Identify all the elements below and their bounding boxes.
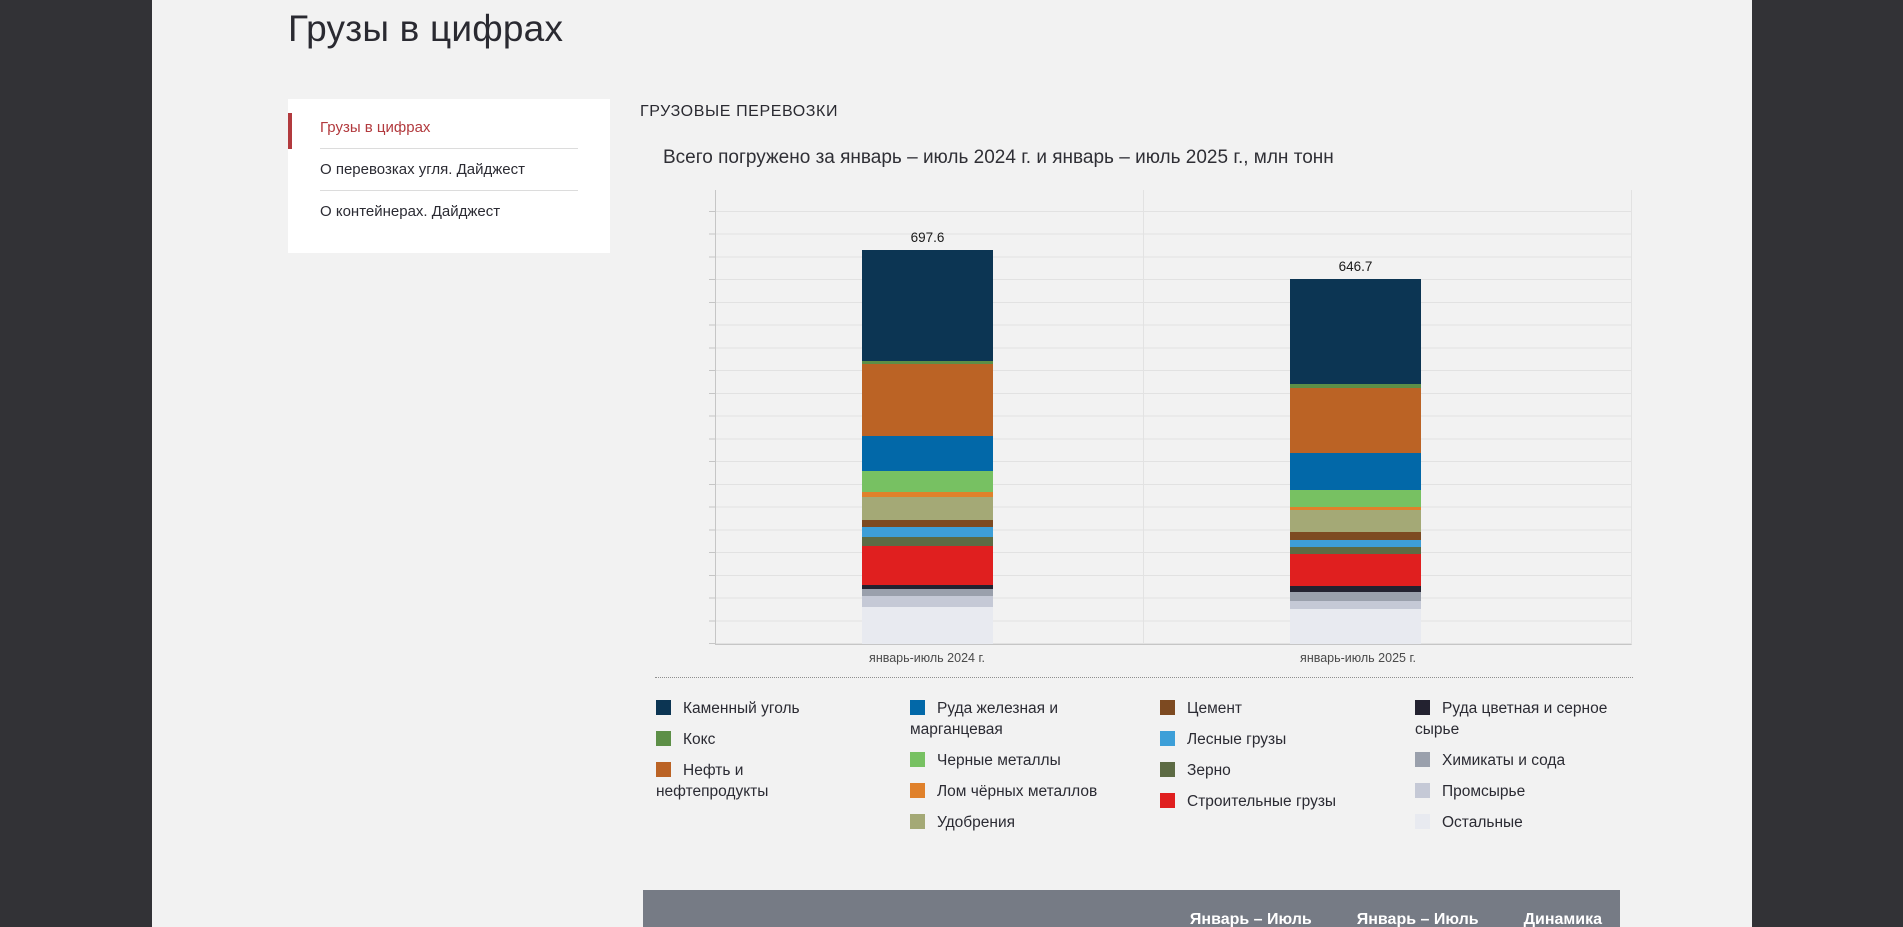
legend-swatch	[1160, 700, 1175, 715]
sidebar-item-coal-digest[interactable]: О перевозках угля. Дайджест	[320, 149, 578, 191]
table-col-dynamics: Динамика	[1524, 911, 1602, 927]
legend-column: Каменный уголь Кокс Нефть и нефтепродукты	[656, 698, 836, 812]
legend-label: Лесные грузы	[1187, 731, 1286, 748]
bar-segment[interactable]	[862, 471, 993, 493]
legend-item[interactable]: Черные металлы	[910, 750, 1125, 771]
legend-label: Руда железная и марганцевая	[910, 700, 1058, 738]
chart-plot: 697.6 646.7	[715, 190, 1632, 645]
legend-item[interactable]: Остальные	[1415, 812, 1633, 833]
legend-item[interactable]: Каменный уголь	[656, 698, 836, 719]
legend-swatch	[656, 762, 671, 777]
legend-swatch	[910, 814, 925, 829]
legend-item[interactable]: Цемент	[1160, 698, 1360, 719]
category-divider-line	[1143, 190, 1144, 644]
legend-column: Цемент Лесные грузы Зерно Строительные груз…	[1160, 698, 1360, 822]
legend-item[interactable]: Зерно	[1160, 760, 1360, 781]
bar-segment[interactable]	[1290, 609, 1421, 644]
bar-total-label: 646.7	[1250, 259, 1461, 274]
legend-label: Строительные грузы	[1187, 793, 1336, 810]
legend-swatch	[1415, 700, 1430, 715]
legend-column: Руда железная и марганцевая Черные металл…	[910, 698, 1125, 843]
legend-item[interactable]: Нефть и нефтепродукты	[656, 760, 836, 802]
legend-item[interactable]: Удобрения	[910, 812, 1125, 833]
legend-swatch	[1415, 783, 1430, 798]
bar-segment[interactable]	[1290, 388, 1421, 453]
separator-line	[655, 677, 1633, 678]
bar-segment[interactable]	[862, 596, 993, 608]
sidebar-item-cargo-in-figures[interactable]: Грузы в цифрах	[320, 107, 578, 149]
x-axis-label: январь-июль 2024 г.	[797, 651, 1057, 665]
legend-label: Цемент	[1187, 700, 1242, 717]
legend-label: Руда цветная и серное сырье	[1415, 700, 1607, 738]
bar-segment[interactable]	[862, 497, 993, 520]
legend-swatch	[910, 700, 925, 715]
bar-segment[interactable]	[862, 537, 993, 546]
legend-swatch	[1415, 752, 1430, 767]
stacked-bar-2: 646.7	[1290, 279, 1421, 644]
legend-item[interactable]: Руда железная и марганцевая	[910, 698, 1125, 740]
legend-item[interactable]: Химикаты и сода	[1415, 750, 1633, 771]
chart-title: Всего погружено за январь – июль 2024 г.…	[663, 147, 1334, 169]
bar-segment[interactable]	[1290, 592, 1421, 600]
legend-swatch	[910, 752, 925, 767]
bar-segment[interactable]	[862, 589, 993, 596]
bar-segment[interactable]	[1290, 510, 1421, 532]
active-item-indicator	[288, 113, 292, 149]
legend-label: Каменный уголь	[683, 700, 800, 717]
page: Грузы в цифрах Грузы в цифрах О перевозк…	[0, 0, 1903, 927]
x-axis-label: январь-июль 2025 г.	[1228, 651, 1488, 665]
legend-label: Промсырье	[1442, 783, 1525, 800]
bar-segment[interactable]	[862, 250, 993, 361]
legend-label: Лом чёрных металлов	[937, 783, 1097, 800]
bar-segment[interactable]	[1290, 540, 1421, 547]
page-title: Грузы в цифрах	[288, 8, 563, 50]
legend-swatch	[1415, 814, 1430, 829]
legend-column: Руда цветная и серное сырье Химикаты и со…	[1415, 698, 1633, 843]
legend-item[interactable]: Промсырье	[1415, 781, 1633, 802]
bar-segment[interactable]	[1290, 532, 1421, 540]
bar-segment[interactable]	[1290, 490, 1421, 507]
legend-label: Зерно	[1187, 762, 1231, 779]
bar-segment[interactable]	[1290, 279, 1421, 385]
legend-item[interactable]: Строительные грузы	[1160, 791, 1360, 812]
legend-label: Нефть и нефтепродукты	[656, 762, 768, 800]
sidebar: Грузы в цифрах О перевозках угля. Дайдже…	[288, 99, 610, 253]
legend-item[interactable]: Лом чёрных металлов	[910, 781, 1125, 802]
legend-label: Удобрения	[937, 814, 1015, 831]
legend-item[interactable]: Кокс	[656, 729, 836, 750]
bar-segment[interactable]	[862, 520, 993, 528]
bar-segment[interactable]	[862, 607, 993, 644]
legend-label: Кокс	[683, 731, 715, 748]
bar-total-label: 697.6	[822, 230, 1033, 245]
legend-swatch	[656, 700, 671, 715]
table-col-jan-jul-2025: Январь – Июль	[1357, 911, 1479, 927]
bar-segment[interactable]	[1290, 554, 1421, 587]
table-col-jan-jul-2024: Январь – Июль	[1190, 911, 1312, 927]
legend-swatch	[910, 783, 925, 798]
legend-swatch	[1160, 762, 1175, 777]
content-area: Грузы в цифрах Грузы в цифрах О перевозк…	[152, 0, 1752, 927]
bar-segment[interactable]	[862, 364, 993, 436]
legend-item[interactable]: Руда цветная и серное сырье	[1415, 698, 1633, 740]
legend-swatch	[1160, 731, 1175, 746]
legend-swatch	[656, 731, 671, 746]
section-label: ГРУЗОВЫЕ ПЕРЕВОЗКИ	[640, 103, 838, 121]
legend-item[interactable]: Лесные грузы	[1160, 729, 1360, 750]
bar-segment[interactable]	[1290, 601, 1421, 609]
stacked-bar-1: 697.6	[862, 250, 993, 644]
bar-segment[interactable]	[1290, 547, 1421, 554]
sidebar-item-containers-digest[interactable]: О контейнерах. Дайджест	[320, 191, 578, 232]
legend-label: Остальные	[1442, 814, 1523, 831]
legend-swatch	[1160, 793, 1175, 808]
legend-label: Черные металлы	[937, 752, 1061, 769]
bar-segment[interactable]	[1290, 453, 1421, 490]
bar-segment[interactable]	[862, 436, 993, 471]
bar-segment[interactable]	[862, 527, 993, 536]
bar-segment[interactable]	[862, 546, 993, 585]
legend-label: Химикаты и сода	[1442, 752, 1565, 769]
table-header: Январь – Июль Январь – Июль Динамика	[643, 890, 1620, 927]
